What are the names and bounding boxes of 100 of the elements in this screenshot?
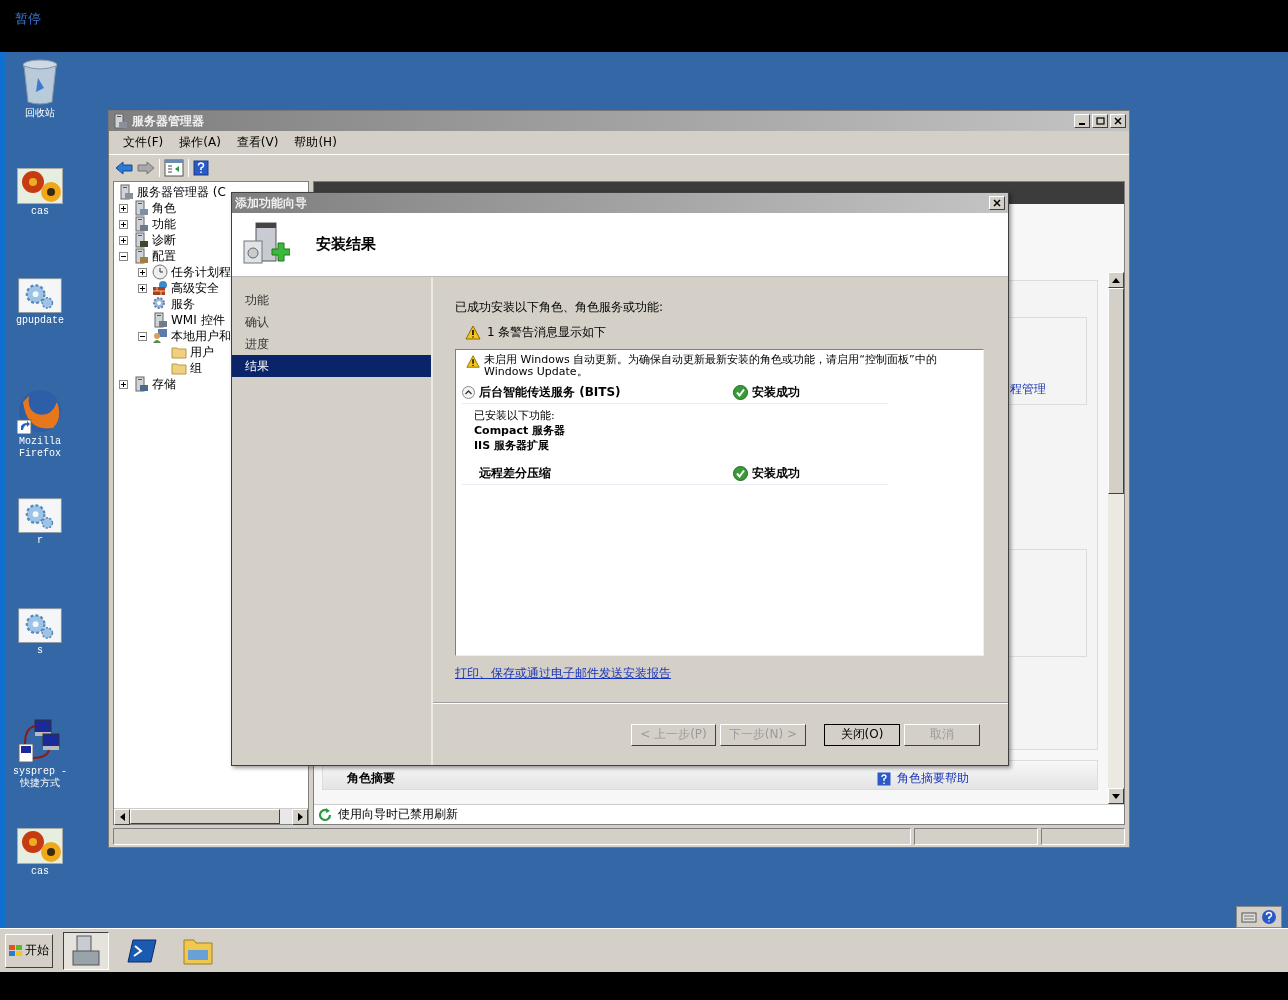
desktop-icon-label[interactable]: sysprep - 快捷方式 [7, 766, 73, 790]
clock-icon [152, 264, 168, 280]
wizard-step[interactable]: 功能 [232, 289, 431, 311]
tree-item[interactable]: WMI 控件 [171, 311, 225, 329]
close-icon [993, 199, 1001, 207]
result-detail: IIS 服务器扩展 [473, 438, 550, 453]
scroll-right-button[interactable] [292, 809, 308, 825]
folder-icon [171, 361, 187, 375]
intro-text: 已成功安装以下角色、角色服务或功能: [455, 299, 665, 316]
desktop-icon-label[interactable]: 回收站 [7, 108, 73, 120]
warning-icon [465, 325, 481, 340]
wizard-step[interactable]: 进度 [232, 333, 431, 355]
back-arrow-icon[interactable] [115, 161, 133, 175]
tree-item[interactable]: 功能 [152, 215, 176, 233]
start-button[interactable]: 开始 [5, 933, 53, 968]
desktop-icon-label[interactable]: cas [7, 866, 73, 878]
server-icon [133, 248, 149, 264]
console-tree-icon[interactable] [164, 159, 184, 177]
collapse-toggle[interactable] [138, 331, 147, 341]
help-icon[interactable] [193, 160, 209, 176]
expand-toggle[interactable] [138, 267, 147, 277]
expand-toggle[interactable] [119, 379, 128, 389]
tree-item[interactable]: 配置 [152, 247, 176, 265]
desktop-icon-label[interactable]: r [7, 535, 73, 548]
horizontal-scrollbar[interactable] [114, 808, 308, 824]
report-link[interactable]: 打印、保存或通过电子邮件发送安装报告 [455, 666, 671, 680]
expand-toggle[interactable] [138, 283, 147, 293]
warning-count: 1 条警告消息显示如下 [487, 324, 607, 341]
server-icon [118, 184, 134, 200]
flower-image-icon[interactable] [17, 828, 63, 864]
minimize-button[interactable] [1074, 114, 1090, 128]
tree-item[interactable]: 任务计划程 [171, 263, 231, 281]
refresh-icon [318, 807, 332, 822]
desktop-icon-label[interactable]: gpupdate [7, 315, 73, 328]
gears-icon [18, 608, 62, 644]
server-icon [133, 376, 149, 392]
result-detail: 已安装以下功能: [473, 408, 556, 423]
help-link[interactable]: 角色摘要帮助 [897, 770, 969, 787]
dialog-title: 添加功能向导 [235, 194, 307, 212]
tree-item[interactable]: 高级安全 [171, 279, 219, 297]
plus-icon [139, 284, 146, 292]
flower-image-icon[interactable] [17, 168, 63, 204]
maximize-button[interactable] [1092, 114, 1108, 128]
desktop-icon-label[interactable]: cas [7, 206, 73, 218]
tree-item[interactable]: 本地用户和 [171, 327, 231, 345]
menu-item[interactable]: 查看(V) [228, 134, 287, 151]
server-icon [152, 312, 168, 328]
pause-status: 暂停 [15, 11, 41, 26]
server-icon [133, 200, 149, 216]
menu-item[interactable]: 帮助(H) [286, 134, 345, 151]
wizard-step[interactable]: 结果 [232, 355, 431, 377]
server-manager-taskbar-button[interactable] [63, 931, 109, 970]
result-detail: Compact 服务器 [473, 423, 566, 438]
result-name: 远程差分压缩 [479, 465, 552, 482]
expand-toggle[interactable] [119, 203, 128, 213]
up-arrow-icon [1112, 277, 1120, 283]
panel-link[interactable]: 程管理 [1010, 381, 1046, 398]
window-title: 服务器管理器 [132, 112, 204, 130]
wizard-step[interactable]: 确认 [232, 311, 431, 333]
tree-item[interactable]: 用户 [190, 343, 214, 361]
scroll-down-button[interactable] [1108, 788, 1124, 804]
desktop-icon-label[interactable]: Mozilla Firefox [7, 436, 73, 460]
warning-message: 未启用 Windows 自动更新。为确保自动更新最新安装的角色或功能，请启用“控制面板”中的 Windows Update。 [484, 354, 938, 378]
section-title: 角色摘要 [347, 770, 395, 787]
gear-icon [152, 296, 168, 312]
tree-item[interactable]: 角色 [152, 199, 176, 217]
close-button[interactable] [1110, 114, 1126, 128]
networked-computers-icon[interactable] [17, 718, 63, 764]
collapse-toggle[interactable] [119, 251, 128, 261]
menu-item[interactable]: 文件(F) [115, 134, 172, 151]
plus-icon [120, 380, 127, 388]
down-arrow-icon [1112, 793, 1120, 799]
recycle-bin-icon[interactable] [20, 58, 60, 106]
folder-icon [171, 345, 187, 359]
help-icon[interactable] [1261, 909, 1277, 925]
scroll-left-button[interactable] [114, 809, 130, 825]
check-icon [733, 466, 748, 481]
plus-icon [139, 268, 146, 276]
tree-item[interactable]: 组 [190, 359, 202, 377]
right-arrow-icon [297, 813, 303, 821]
collapse-chevron-icon[interactable] [462, 386, 475, 399]
help-icon[interactable] [877, 771, 891, 786]
vertical-scrollbar[interactable] [1108, 272, 1124, 804]
tree-item[interactable]: 服务器管理器 (C [137, 183, 226, 201]
left-arrow-icon [119, 813, 125, 821]
gears-icon [18, 278, 62, 314]
expand-toggle[interactable] [119, 219, 128, 229]
close-button[interactable] [989, 196, 1005, 210]
tree-item[interactable]: 存储 [152, 375, 176, 393]
flag-icon [8, 943, 24, 958]
scroll-up-button[interactable] [1108, 272, 1124, 288]
expand-toggle[interactable] [119, 235, 128, 245]
menu-item[interactable]: 操作(A) [171, 134, 229, 151]
brick-wall-globe-icon [152, 280, 168, 296]
result-status: 安装成功 [752, 465, 800, 482]
tree-item[interactable]: 服务 [171, 295, 195, 313]
tree-item[interactable]: 诊断 [152, 231, 176, 249]
desktop-icon-label[interactable]: s [7, 645, 73, 658]
globe-fox-icon[interactable] [17, 388, 63, 434]
wizard-button[interactable]: 关闭(O) [824, 723, 900, 746]
